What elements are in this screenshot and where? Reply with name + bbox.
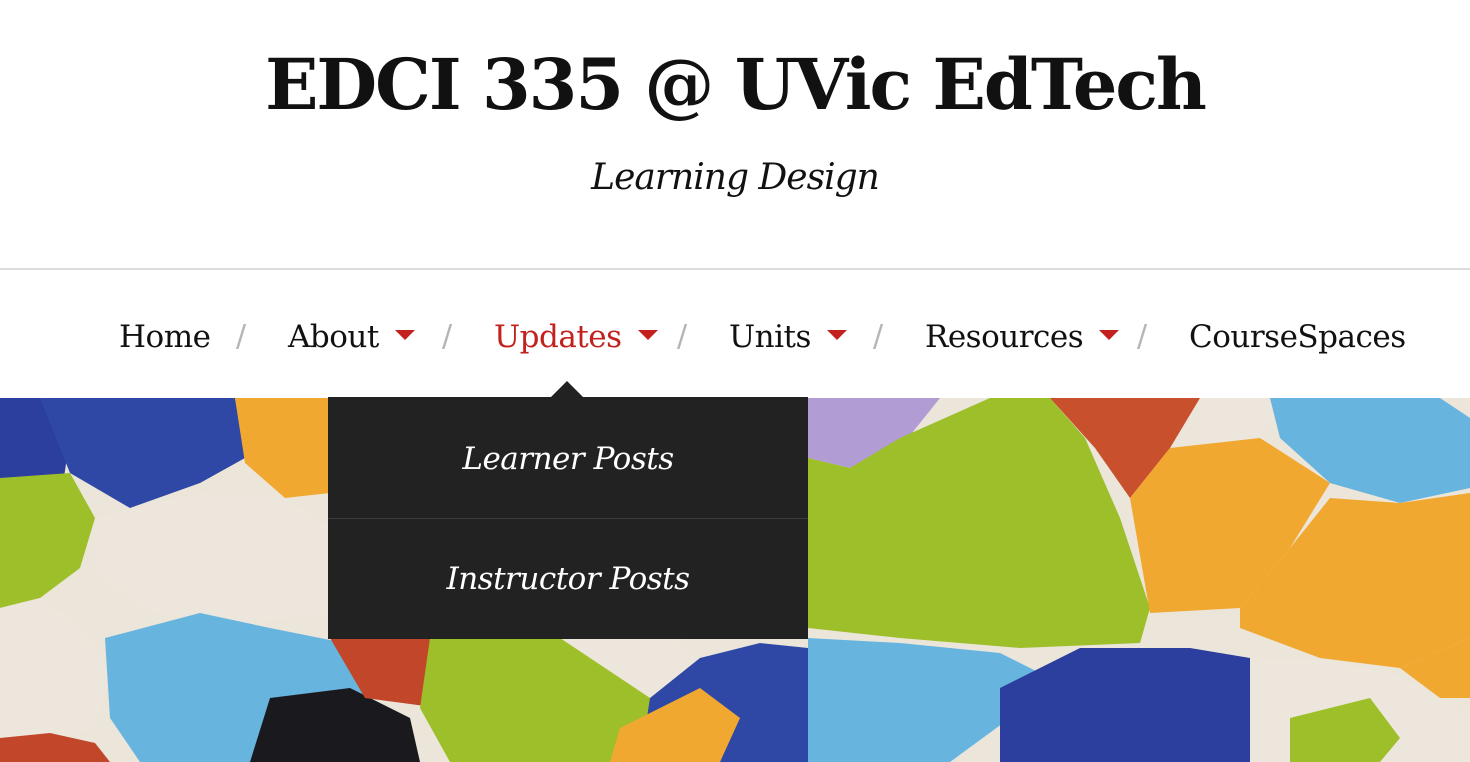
nav-item-resources[interactable]: Resources — [925, 312, 1120, 362]
dropdown-item-instructor-posts[interactable]: Instructor Posts — [328, 519, 808, 639]
caret-down-icon — [1099, 329, 1120, 340]
nav-item-home[interactable]: Home — [119, 312, 211, 362]
site-title[interactable]: EDCI 335 @ UVic EdTech — [0, 42, 1470, 128]
nav-item-label: Units — [729, 319, 811, 355]
dropdown-pointer — [551, 381, 583, 397]
caret-down-icon — [394, 329, 415, 340]
nav-item-about[interactable]: About — [288, 312, 415, 362]
nav-separator: / — [1137, 319, 1148, 354]
dropdown-item-learner-posts[interactable]: Learner Posts — [328, 399, 808, 519]
main-navigation: Home / About / Updates / Units / Resourc… — [0, 270, 1470, 398]
nav-separator: / — [677, 319, 688, 354]
site-tagline: Learning Design — [591, 157, 880, 198]
nav-item-label: Resources — [925, 319, 1084, 355]
nav-item-label: CourseSpaces — [1189, 319, 1406, 355]
nav-separator: / — [236, 319, 247, 354]
caret-down-icon — [826, 329, 847, 340]
nav-item-label: Updates — [494, 319, 622, 355]
caret-down-icon — [637, 329, 658, 340]
updates-dropdown-menu: Learner Posts Instructor Posts — [328, 397, 808, 639]
nav-item-updates[interactable]: Updates — [494, 312, 658, 362]
nav-item-coursespaces[interactable]: CourseSpaces — [1189, 312, 1406, 362]
nav-separator: / — [873, 319, 884, 354]
site-header: EDCI 335 @ UVic EdTech Learning Design — [0, 0, 1470, 270]
nav-separator: / — [442, 319, 453, 354]
nav-item-label: Home — [119, 319, 211, 355]
nav-item-units[interactable]: Units — [729, 312, 847, 362]
nav-item-label: About — [288, 319, 379, 355]
